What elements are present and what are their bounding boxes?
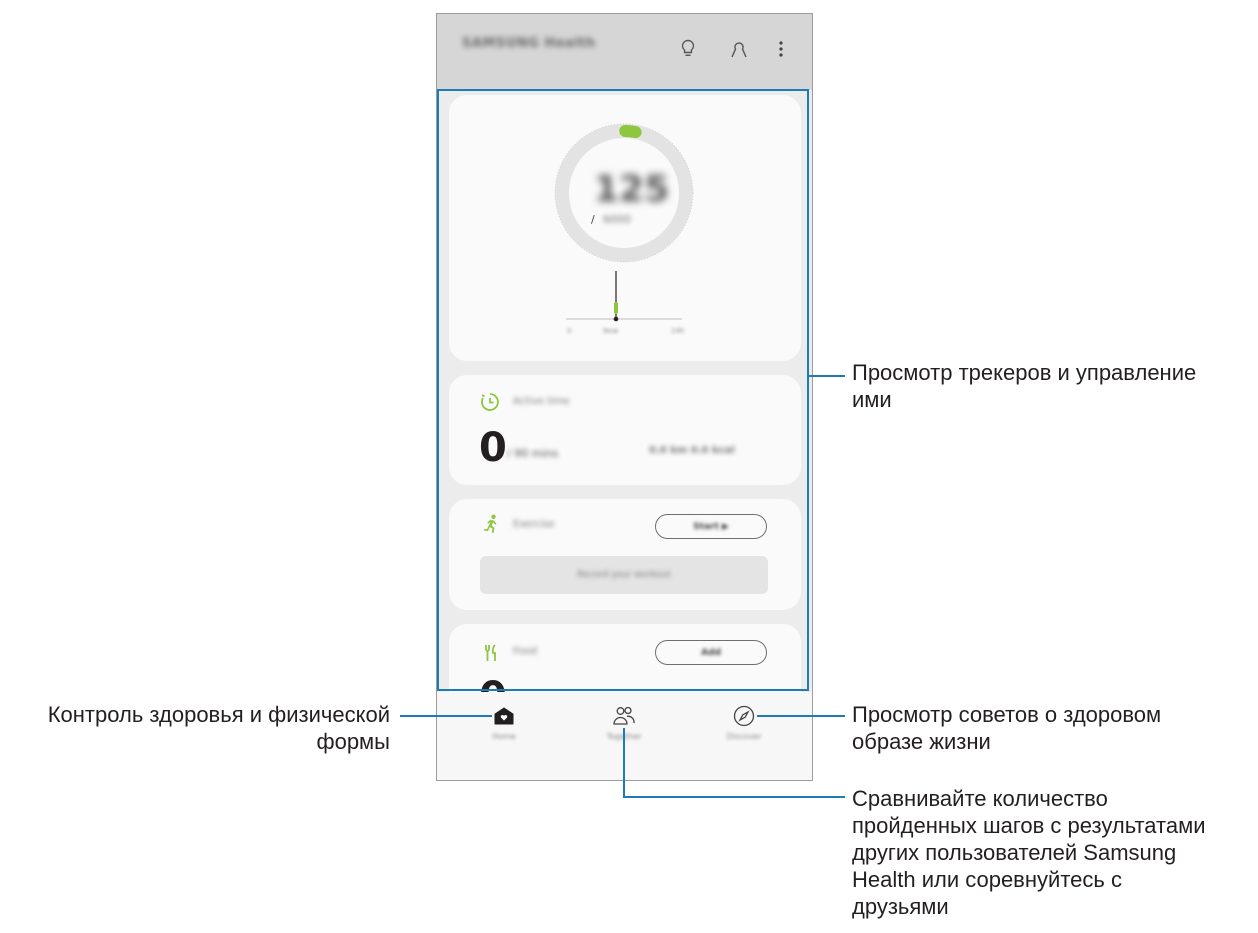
exercise-title: Exercise bbox=[513, 519, 555, 530]
together-callout: Сравнивайте количество пройденных шагов … bbox=[852, 785, 1206, 920]
nav-home-label: Home bbox=[492, 732, 516, 741]
together-callout-line-3: других пользователей Samsung bbox=[852, 840, 1177, 865]
nav-home[interactable]: Home bbox=[459, 704, 549, 764]
active-time-stats: 0.0 km 0.0 kcal bbox=[649, 445, 735, 456]
compass-icon bbox=[733, 705, 755, 727]
discover-callout-line-2: образе жизни bbox=[852, 729, 991, 754]
together-icon[interactable] bbox=[728, 37, 750, 61]
app-title: SAMSUNG Health bbox=[462, 36, 596, 51]
app-header: SAMSUNG Health bbox=[437, 14, 812, 90]
phone-screen: SAMSUNG Health 125 / 6000 0 Now 24h Acti… bbox=[436, 13, 813, 781]
together-callout-line-horizontal bbox=[623, 796, 845, 798]
lightbulb-icon[interactable] bbox=[677, 37, 699, 61]
food-icon bbox=[485, 644, 496, 661]
discover-callout-line-1: Просмотр советов о здоровом bbox=[852, 702, 1162, 727]
more-options-icon[interactable] bbox=[770, 37, 792, 61]
nav-discover-label: Discover bbox=[726, 732, 762, 741]
steps-slash: / bbox=[591, 213, 595, 226]
active-time-value: 0 bbox=[479, 425, 507, 471]
active-time-unit: / 90 mins bbox=[507, 447, 559, 460]
together-callout-line-vertical bbox=[623, 728, 625, 798]
timeline-bar bbox=[614, 302, 618, 314]
nav-discover[interactable]: Discover bbox=[699, 704, 789, 764]
active-time-card[interactable]: Active time 0 / 90 mins 0.0 km 0.0 kcal bbox=[449, 375, 801, 485]
record-workout-button[interactable]: Record your workout bbox=[480, 556, 768, 594]
home-callout-line-2: формы bbox=[316, 729, 390, 754]
food-card[interactable]: Food Add 0 bbox=[449, 624, 801, 692]
timeline-now-label: Now bbox=[603, 327, 619, 335]
home-callout-line-1: Контроль здоровья и физической bbox=[47, 702, 390, 727]
steps-target: 6000 bbox=[603, 213, 631, 226]
home-callout-line bbox=[400, 715, 492, 717]
timeline-end-label: 24h bbox=[671, 327, 685, 335]
trackers-callout-line-1: Просмотр трекеров и управление bbox=[852, 360, 1197, 385]
together-callout-line-2: пройденных шагов с результатами bbox=[852, 813, 1206, 838]
trackers-callout-line-2: ими bbox=[852, 387, 892, 412]
timeline-now-dot bbox=[613, 316, 619, 322]
food-value: 0 bbox=[479, 674, 507, 692]
timeline-start-label: 0 bbox=[567, 327, 572, 335]
active-time-icon bbox=[481, 393, 499, 411]
trackers-callout-line bbox=[809, 375, 845, 377]
discover-callout-line bbox=[757, 715, 845, 717]
home-icon bbox=[494, 707, 514, 725]
steps-ring bbox=[554, 123, 694, 322]
running-icon bbox=[483, 514, 497, 533]
together-callout-line-4: Health или соревнуйтесь с bbox=[852, 867, 1122, 892]
record-workout-label: Record your workout bbox=[577, 570, 671, 580]
together-callout-line-1: Сравнивайте количество bbox=[852, 786, 1108, 811]
exercise-card[interactable]: Exercise Start ▶ Record your workout bbox=[449, 499, 801, 610]
add-food-label: Add bbox=[701, 647, 721, 658]
home-callout: Контроль здоровья и физической формы bbox=[30, 701, 390, 755]
food-title: Food bbox=[513, 646, 537, 657]
ring-progress bbox=[619, 125, 642, 139]
active-time-title: Active time bbox=[513, 396, 570, 407]
start-exercise-label: Start ▶ bbox=[693, 521, 729, 532]
start-exercise-button[interactable]: Start ▶ bbox=[655, 514, 767, 539]
add-food-button[interactable]: Add bbox=[655, 640, 767, 665]
tracker-feed[interactable]: 125 / 6000 0 Now 24h Active time 0 / 90 … bbox=[437, 90, 812, 692]
together-callout-line-5: друзьями bbox=[852, 894, 949, 919]
together-people-icon bbox=[613, 706, 635, 725]
discover-callout: Просмотр советов о здоровом образе жизни bbox=[852, 701, 1161, 755]
steps-value: 125 bbox=[594, 169, 670, 210]
steps-card[interactable]: 125 / 6000 0 Now 24h bbox=[449, 95, 801, 361]
trackers-callout: Просмотр трекеров и управление ими bbox=[852, 359, 1196, 413]
